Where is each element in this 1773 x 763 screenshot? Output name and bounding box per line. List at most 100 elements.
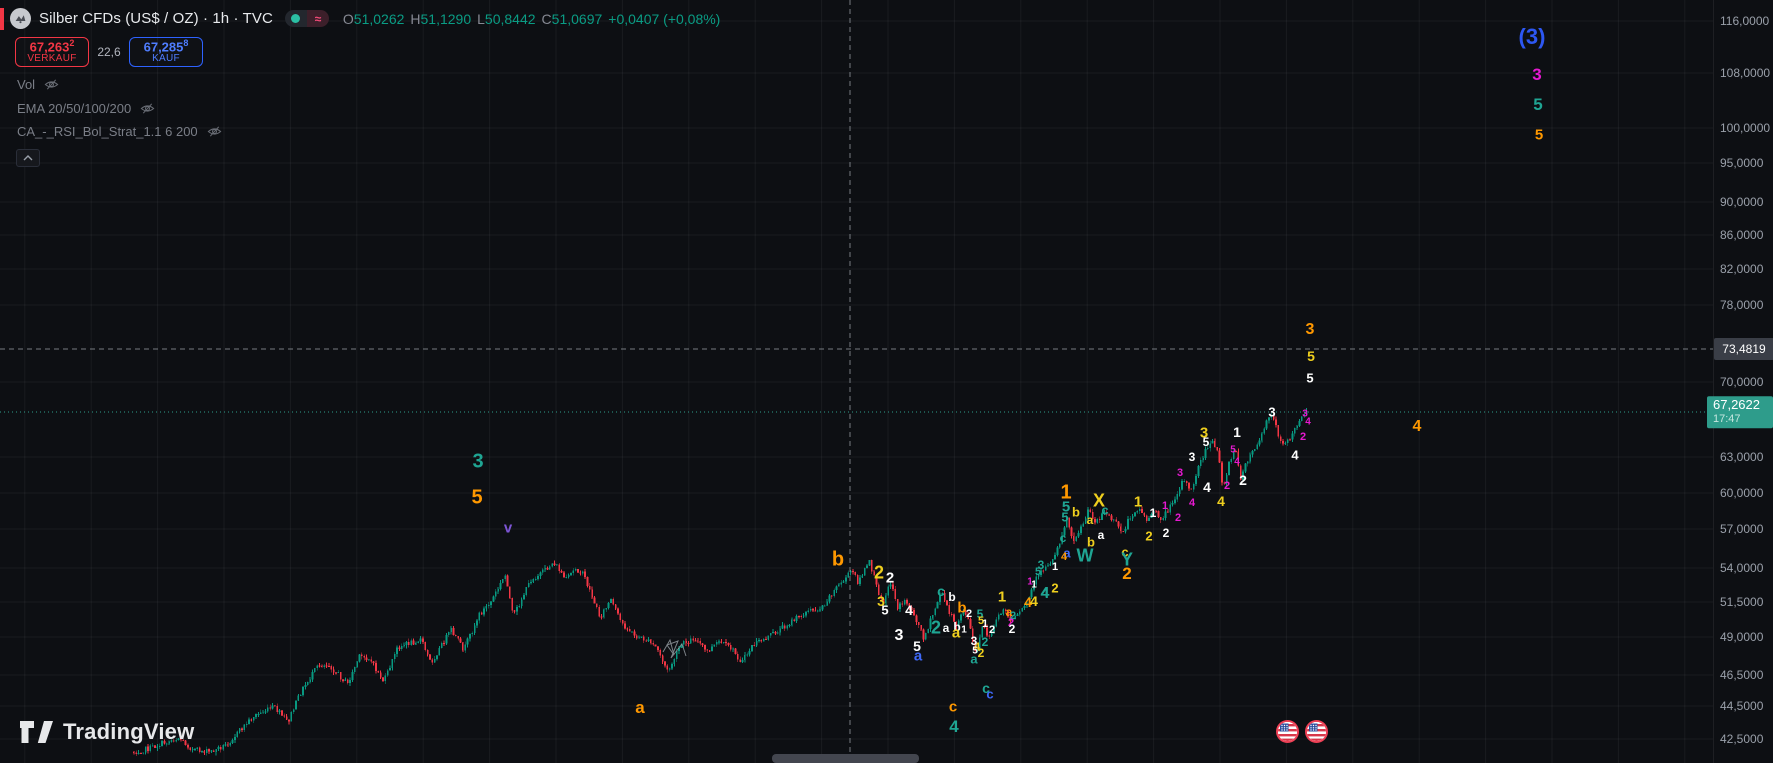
- elliott-wave-label[interactable]: 2: [978, 646, 985, 660]
- eye-off-icon[interactable]: [207, 124, 222, 139]
- elliott-wave-label[interactable]: c: [949, 699, 957, 716]
- indicator-row[interactable]: CA_-_RSI_Bol_Strat_1.1 6 200: [17, 124, 222, 139]
- elliott-wave-label[interactable]: 1: [961, 625, 967, 636]
- indicator-row[interactable]: Vol: [17, 77, 59, 92]
- watermark-text: TradingView: [63, 719, 194, 745]
- elliott-wave-label[interactable]: 4: [1061, 551, 1067, 563]
- elliott-wave-label[interactable]: b: [832, 549, 844, 572]
- horizontal-scrollbar-thumb[interactable]: [772, 754, 919, 763]
- elliott-wave-label[interactable]: 2: [1239, 472, 1247, 488]
- market-open-icon: [285, 10, 307, 27]
- elliott-wave-label[interactable]: 5: [1535, 127, 1543, 144]
- elliott-wave-label[interactable]: 2: [1163, 526, 1170, 540]
- elliott-wave-label[interactable]: 2: [966, 608, 972, 620]
- elliott-wave-label[interactable]: 2: [1300, 431, 1306, 443]
- elliott-wave-label[interactable]: b: [1072, 505, 1080, 520]
- economic-event-us-flag-icon[interactable]: [1305, 720, 1328, 743]
- elliott-wave-label[interactable]: a: [970, 652, 977, 667]
- chart-pane[interactable]: [0, 0, 1773, 763]
- elliott-wave-label[interactable]: a: [635, 698, 644, 718]
- elliott-wave-label[interactable]: 2: [1009, 622, 1016, 636]
- elliott-wave-label[interactable]: a: [1087, 513, 1094, 527]
- price-tick: 54,0000: [1720, 561, 1763, 575]
- elliott-wave-label[interactable]: 4: [1203, 479, 1211, 495]
- elliott-wave-label[interactable]: 1: [1150, 506, 1157, 520]
- elliott-wave-label[interactable]: c: [1101, 503, 1108, 518]
- elliott-wave-label[interactable]: 4: [905, 602, 913, 618]
- elliott-wave-label[interactable]: 1: [1031, 580, 1037, 591]
- elliott-wave-label[interactable]: c: [986, 687, 993, 702]
- elliott-wave-label[interactable]: 2: [1051, 581, 1058, 596]
- elliott-wave-label[interactable]: 3: [1177, 467, 1183, 479]
- elliott-wave-label[interactable]: 2: [989, 624, 995, 636]
- elliott-wave-label[interactable]: 4: [1189, 497, 1195, 509]
- last-price-value: 67,2622: [1713, 398, 1773, 413]
- price-tick: 44,5000: [1720, 699, 1763, 713]
- elliott-wave-label[interactable]: 1: [1162, 500, 1168, 512]
- elliott-wave-label[interactable]: 2: [886, 570, 894, 587]
- eye-off-icon[interactable]: [140, 101, 155, 116]
- price-tick: 70,0000: [1720, 375, 1763, 389]
- elliott-wave-label[interactable]: 4: [1042, 586, 1049, 600]
- elliott-wave-label[interactable]: 5: [1061, 510, 1068, 525]
- elliott-wave-label[interactable]: 1: [1052, 561, 1058, 573]
- elliott-wave-label[interactable]: a: [914, 648, 922, 665]
- elliott-wave-label[interactable]: 1: [1134, 494, 1142, 511]
- economic-event-us-flag-icon[interactable]: [1276, 720, 1299, 743]
- elliott-wave-label[interactable]: 5: [881, 603, 888, 618]
- price-tick: 116,0000: [1720, 14, 1769, 28]
- elliott-wave-label[interactable]: 2: [1175, 512, 1181, 524]
- elliott-wave-label[interactable]: W: [1077, 546, 1094, 567]
- elliott-wave-label[interactable]: 2: [1224, 480, 1230, 492]
- symbol-logo-icon: [10, 8, 31, 29]
- elliott-wave-label[interactable]: 3: [895, 627, 904, 645]
- elliott-wave-label[interactable]: 5: [1035, 566, 1041, 578]
- elliott-wave-label[interactable]: 4: [1234, 457, 1240, 468]
- elliott-wave-label[interactable]: 4: [1413, 418, 1422, 436]
- price-axis[interactable]: 116,0000108,0000100,000095,000090,000086…: [1713, 0, 1773, 763]
- elliott-wave-label[interactable]: 4: [1217, 493, 1225, 509]
- elliott-wave-label[interactable]: 4: [1291, 448, 1298, 463]
- elliott-wave-label[interactable]: 1: [1233, 424, 1241, 440]
- indicator-row[interactable]: EMA 20/50/100/200: [17, 101, 155, 116]
- elliott-wave-label[interactable]: 4: [1305, 417, 1311, 428]
- elliott-wave-label[interactable]: b: [948, 590, 955, 604]
- elliott-wave-label[interactable]: a: [1098, 528, 1105, 542]
- symbol-title[interactable]: Silber CFDs (US$ / OZ) · 1h · TVC: [39, 10, 273, 27]
- elliott-wave-label[interactable]: c: [937, 583, 945, 599]
- elliott-wave-label[interactable]: (3): [1519, 24, 1546, 50]
- elliott-wave-label[interactable]: 4: [949, 717, 958, 737]
- buy-button[interactable]: 67,2858 KAUF: [129, 37, 203, 67]
- bar-countdown: 17:47: [1713, 413, 1773, 426]
- elliott-wave-label[interactable]: 3: [1268, 405, 1275, 420]
- elliott-wave-label[interactable]: a: [952, 625, 960, 642]
- elliott-wave-label[interactable]: 3: [1189, 450, 1196, 464]
- sell-button[interactable]: 67,2632 VERKAUF: [15, 37, 89, 67]
- elliott-wave-label[interactable]: 3: [1532, 65, 1541, 85]
- legend-collapse-button[interactable]: [16, 149, 40, 167]
- elliott-wave-label[interactable]: 5: [1306, 371, 1313, 386]
- elliott-wave-label[interactable]: 2: [1122, 564, 1131, 584]
- elliott-wave-label[interactable]: 1: [998, 589, 1006, 606]
- eye-off-icon[interactable]: [44, 77, 59, 92]
- elliott-wave-label[interactable]: 5: [1307, 348, 1315, 364]
- indicator-label: Vol: [17, 77, 35, 92]
- elliott-wave-label[interactable]: 2: [931, 618, 941, 639]
- elliott-wave-label[interactable]: c: [1060, 531, 1067, 545]
- elliott-wave-label[interactable]: 4: [1030, 593, 1038, 609]
- elliott-wave-label[interactable]: v: [504, 520, 512, 537]
- market-status-pill[interactable]: ≈: [285, 10, 329, 27]
- price-tick: 46,5000: [1720, 668, 1763, 682]
- elliott-wave-label[interactable]: 2: [1145, 529, 1152, 544]
- left-edge-accent: [0, 8, 4, 30]
- elliott-wave-label[interactable]: 3: [1306, 321, 1315, 339]
- elliott-wave-label[interactable]: 2: [874, 563, 884, 584]
- elliott-wave-label[interactable]: 5: [1230, 445, 1236, 456]
- elliott-wave-label[interactable]: 5: [471, 487, 482, 510]
- elliott-wave-label[interactable]: 1: [982, 618, 988, 630]
- price-tick: 86,0000: [1720, 228, 1763, 242]
- elliott-wave-label[interactable]: 3: [472, 451, 483, 474]
- elliott-wave-label[interactable]: a: [943, 621, 950, 635]
- elliott-wave-label[interactable]: 5: [1203, 435, 1210, 449]
- elliott-wave-label[interactable]: 5: [1533, 95, 1542, 115]
